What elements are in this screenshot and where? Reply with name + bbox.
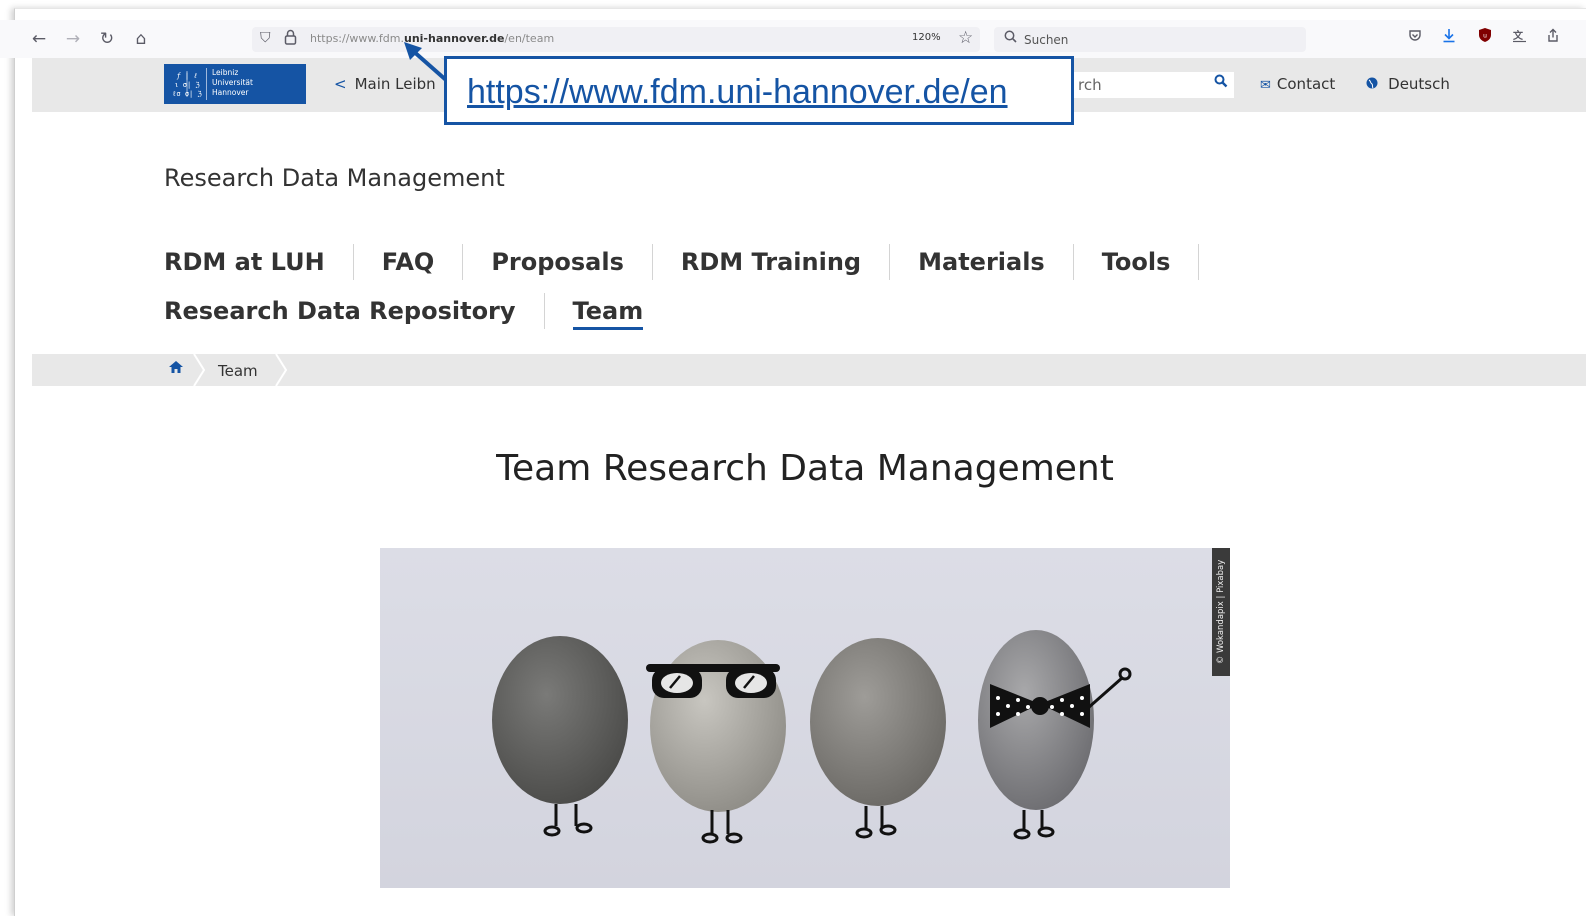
site-search-icon[interactable] bbox=[1214, 74, 1228, 92]
chevron-left-icon: < bbox=[334, 75, 347, 93]
search-icon bbox=[1004, 30, 1017, 47]
breadcrumb-separator bbox=[193, 354, 206, 386]
url-callout: https://www.fdm.uni-hannover.de/en bbox=[444, 56, 1074, 125]
pocket-icon[interactable] bbox=[1404, 27, 1426, 49]
lock-icon[interactable] bbox=[284, 29, 298, 47]
logo-mark-icon: ƒ | ℓ ι σ| ℨ ℓσ σ| ℨ bbox=[170, 69, 204, 99]
nav-rdm-training[interactable]: RDM Training bbox=[653, 244, 891, 280]
zoom-level[interactable]: 120% bbox=[912, 32, 941, 43]
translate-extension-icon[interactable]: 文 bbox=[1508, 27, 1530, 49]
url-path: /en/team bbox=[504, 32, 555, 45]
image-credit: © Wokandapix | Pixabay bbox=[1212, 548, 1230, 676]
nav-team[interactable]: Team bbox=[545, 293, 672, 330]
back-arrow-icon[interactable]: ← bbox=[28, 28, 50, 50]
team-hero-image: © Wokandapix | Pixabay bbox=[380, 548, 1230, 888]
language-label: Deutsch bbox=[1388, 75, 1450, 93]
page-heading: Team Research Data Management bbox=[496, 448, 1114, 489]
svg-text:ℓσ σ| ℨ: ℓσ σ| ℨ bbox=[172, 90, 202, 98]
breadcrumb-current: Team bbox=[216, 354, 274, 386]
share-icon[interactable] bbox=[1542, 27, 1564, 49]
nav-label: Proposals bbox=[491, 248, 624, 276]
browser-toolbar: ← → ↻ ⌂ ⛉ https://www.fdm.uni-hannover.d… bbox=[0, 20, 1586, 58]
bookmark-star-icon[interactable]: ☆ bbox=[958, 28, 973, 48]
site-search-input[interactable]: rch bbox=[1072, 72, 1234, 98]
contact-label: Contact bbox=[1276, 75, 1336, 93]
site-title[interactable]: Research Data Management bbox=[164, 164, 505, 192]
logo-wordmark: Leibniz Universität Hannover bbox=[212, 68, 253, 98]
main-navigation: RDM at LUH FAQ Proposals RDM Training Ma… bbox=[164, 243, 1200, 341]
ublock-extension-icon[interactable]: u bbox=[1474, 27, 1496, 49]
nav-research-data-repository[interactable]: Research Data Repository bbox=[164, 293, 545, 329]
site-search-placeholder: rch bbox=[1078, 76, 1102, 94]
callout-url-link[interactable]: https://www.fdm.uni-hannover.de/en bbox=[467, 73, 1008, 112]
nav-label: RDM at LUH bbox=[164, 248, 325, 276]
tracking-shield-icon[interactable]: ⛉ bbox=[260, 30, 274, 48]
svg-text:ι σ| ℨ: ι σ| ℨ bbox=[174, 81, 200, 89]
svg-text:u: u bbox=[1483, 33, 1487, 40]
forward-arrow-icon[interactable]: → bbox=[62, 28, 84, 50]
browser-search-placeholder: Suchen bbox=[1024, 33, 1069, 47]
nav-label-active: Team bbox=[572, 297, 644, 330]
contact-link[interactable]: ✉ Contact bbox=[1260, 75, 1335, 93]
nav-tools[interactable]: Tools bbox=[1074, 244, 1200, 280]
language-switch[interactable]: Deutsch bbox=[1366, 75, 1450, 93]
download-icon[interactable] bbox=[1438, 27, 1460, 49]
breadcrumb: Team bbox=[32, 354, 1586, 386]
nav-faq[interactable]: FAQ bbox=[354, 244, 464, 280]
nav-label: Materials bbox=[918, 248, 1045, 276]
nav-proposals[interactable]: Proposals bbox=[463, 244, 653, 280]
image-credit-text: © Wokandapix | Pixabay bbox=[1216, 559, 1226, 665]
nav-materials[interactable]: Materials bbox=[890, 244, 1074, 280]
nav-label: Tools bbox=[1101, 248, 1171, 276]
nav-rdm-at-luh[interactable]: RDM at LUH bbox=[164, 244, 354, 280]
globe-icon bbox=[1366, 77, 1382, 93]
envelope-icon: ✉ bbox=[1260, 78, 1271, 93]
logo-line-1: Leibniz bbox=[212, 68, 239, 77]
pebbles-illustration bbox=[492, 630, 1132, 844]
nav-label: RDM Training bbox=[680, 248, 862, 276]
nav-label: FAQ bbox=[381, 248, 435, 276]
nav-row-2: Research Data Repository Team bbox=[164, 292, 1144, 330]
home-icon[interactable] bbox=[168, 360, 184, 378]
logo-line-3: Hannover bbox=[212, 88, 249, 97]
nav-row-1: RDM at LUH FAQ Proposals RDM Training Ma… bbox=[164, 243, 1200, 281]
breadcrumb-separator bbox=[275, 354, 288, 386]
address-bar[interactable]: ⛉ https://www.fdm.uni-hannover.de/en/tea… bbox=[252, 27, 980, 52]
browser-search-bar[interactable]: Suchen bbox=[994, 27, 1306, 52]
reload-icon[interactable]: ↻ bbox=[96, 28, 118, 50]
logo-line-2: Universität bbox=[212, 78, 253, 87]
nav-label: Research Data Repository bbox=[164, 297, 516, 325]
url-prefix: https://www.fdm. bbox=[310, 32, 404, 45]
home-icon[interactable]: ⌂ bbox=[130, 28, 152, 50]
logo-divider bbox=[206, 68, 207, 100]
luh-logo[interactable]: ƒ | ℓ ι σ| ℨ ℓσ σ| ℨ Leibniz Universität… bbox=[164, 64, 306, 104]
svg-text:文: 文 bbox=[1513, 29, 1524, 42]
